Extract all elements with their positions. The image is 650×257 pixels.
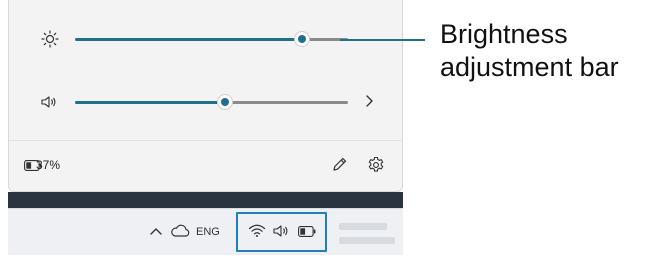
language-indicator[interactable]: ENG	[196, 226, 220, 238]
chevron-up-icon[interactable]	[149, 226, 163, 236]
callout-leader-line	[340, 39, 425, 41]
brightness-slider-thumb[interactable]	[293, 31, 310, 47]
callout-line-1: Brightness	[440, 19, 568, 49]
callout-line-2: adjustment bar	[440, 52, 619, 82]
gear-icon[interactable]	[367, 156, 385, 174]
quick-settings-panel: 37%	[8, 0, 403, 192]
chevron-right-icon[interactable]	[364, 94, 374, 108]
brightness-icon	[41, 30, 59, 48]
brightness-slider-fill	[75, 38, 302, 41]
battery-percentage: 37%	[36, 158, 61, 172]
clock-date-placeholder	[339, 237, 395, 244]
volume-slider-fill	[75, 101, 226, 104]
speaker-icon	[41, 96, 56, 108]
pencil-icon[interactable]	[331, 156, 348, 173]
footer-divider	[9, 140, 402, 141]
volume-slider-thumb[interactable]	[217, 94, 234, 110]
onedrive-cloud-icon[interactable]	[170, 224, 190, 237]
callout-label: Brightness adjustment bar	[440, 18, 619, 84]
clock-time-placeholder	[339, 223, 387, 230]
desktop-background	[8, 192, 403, 208]
volume-slider-track	[225, 101, 348, 104]
taskbar-clock[interactable]	[333, 217, 403, 250]
tray-icons-highlight	[236, 212, 327, 252]
